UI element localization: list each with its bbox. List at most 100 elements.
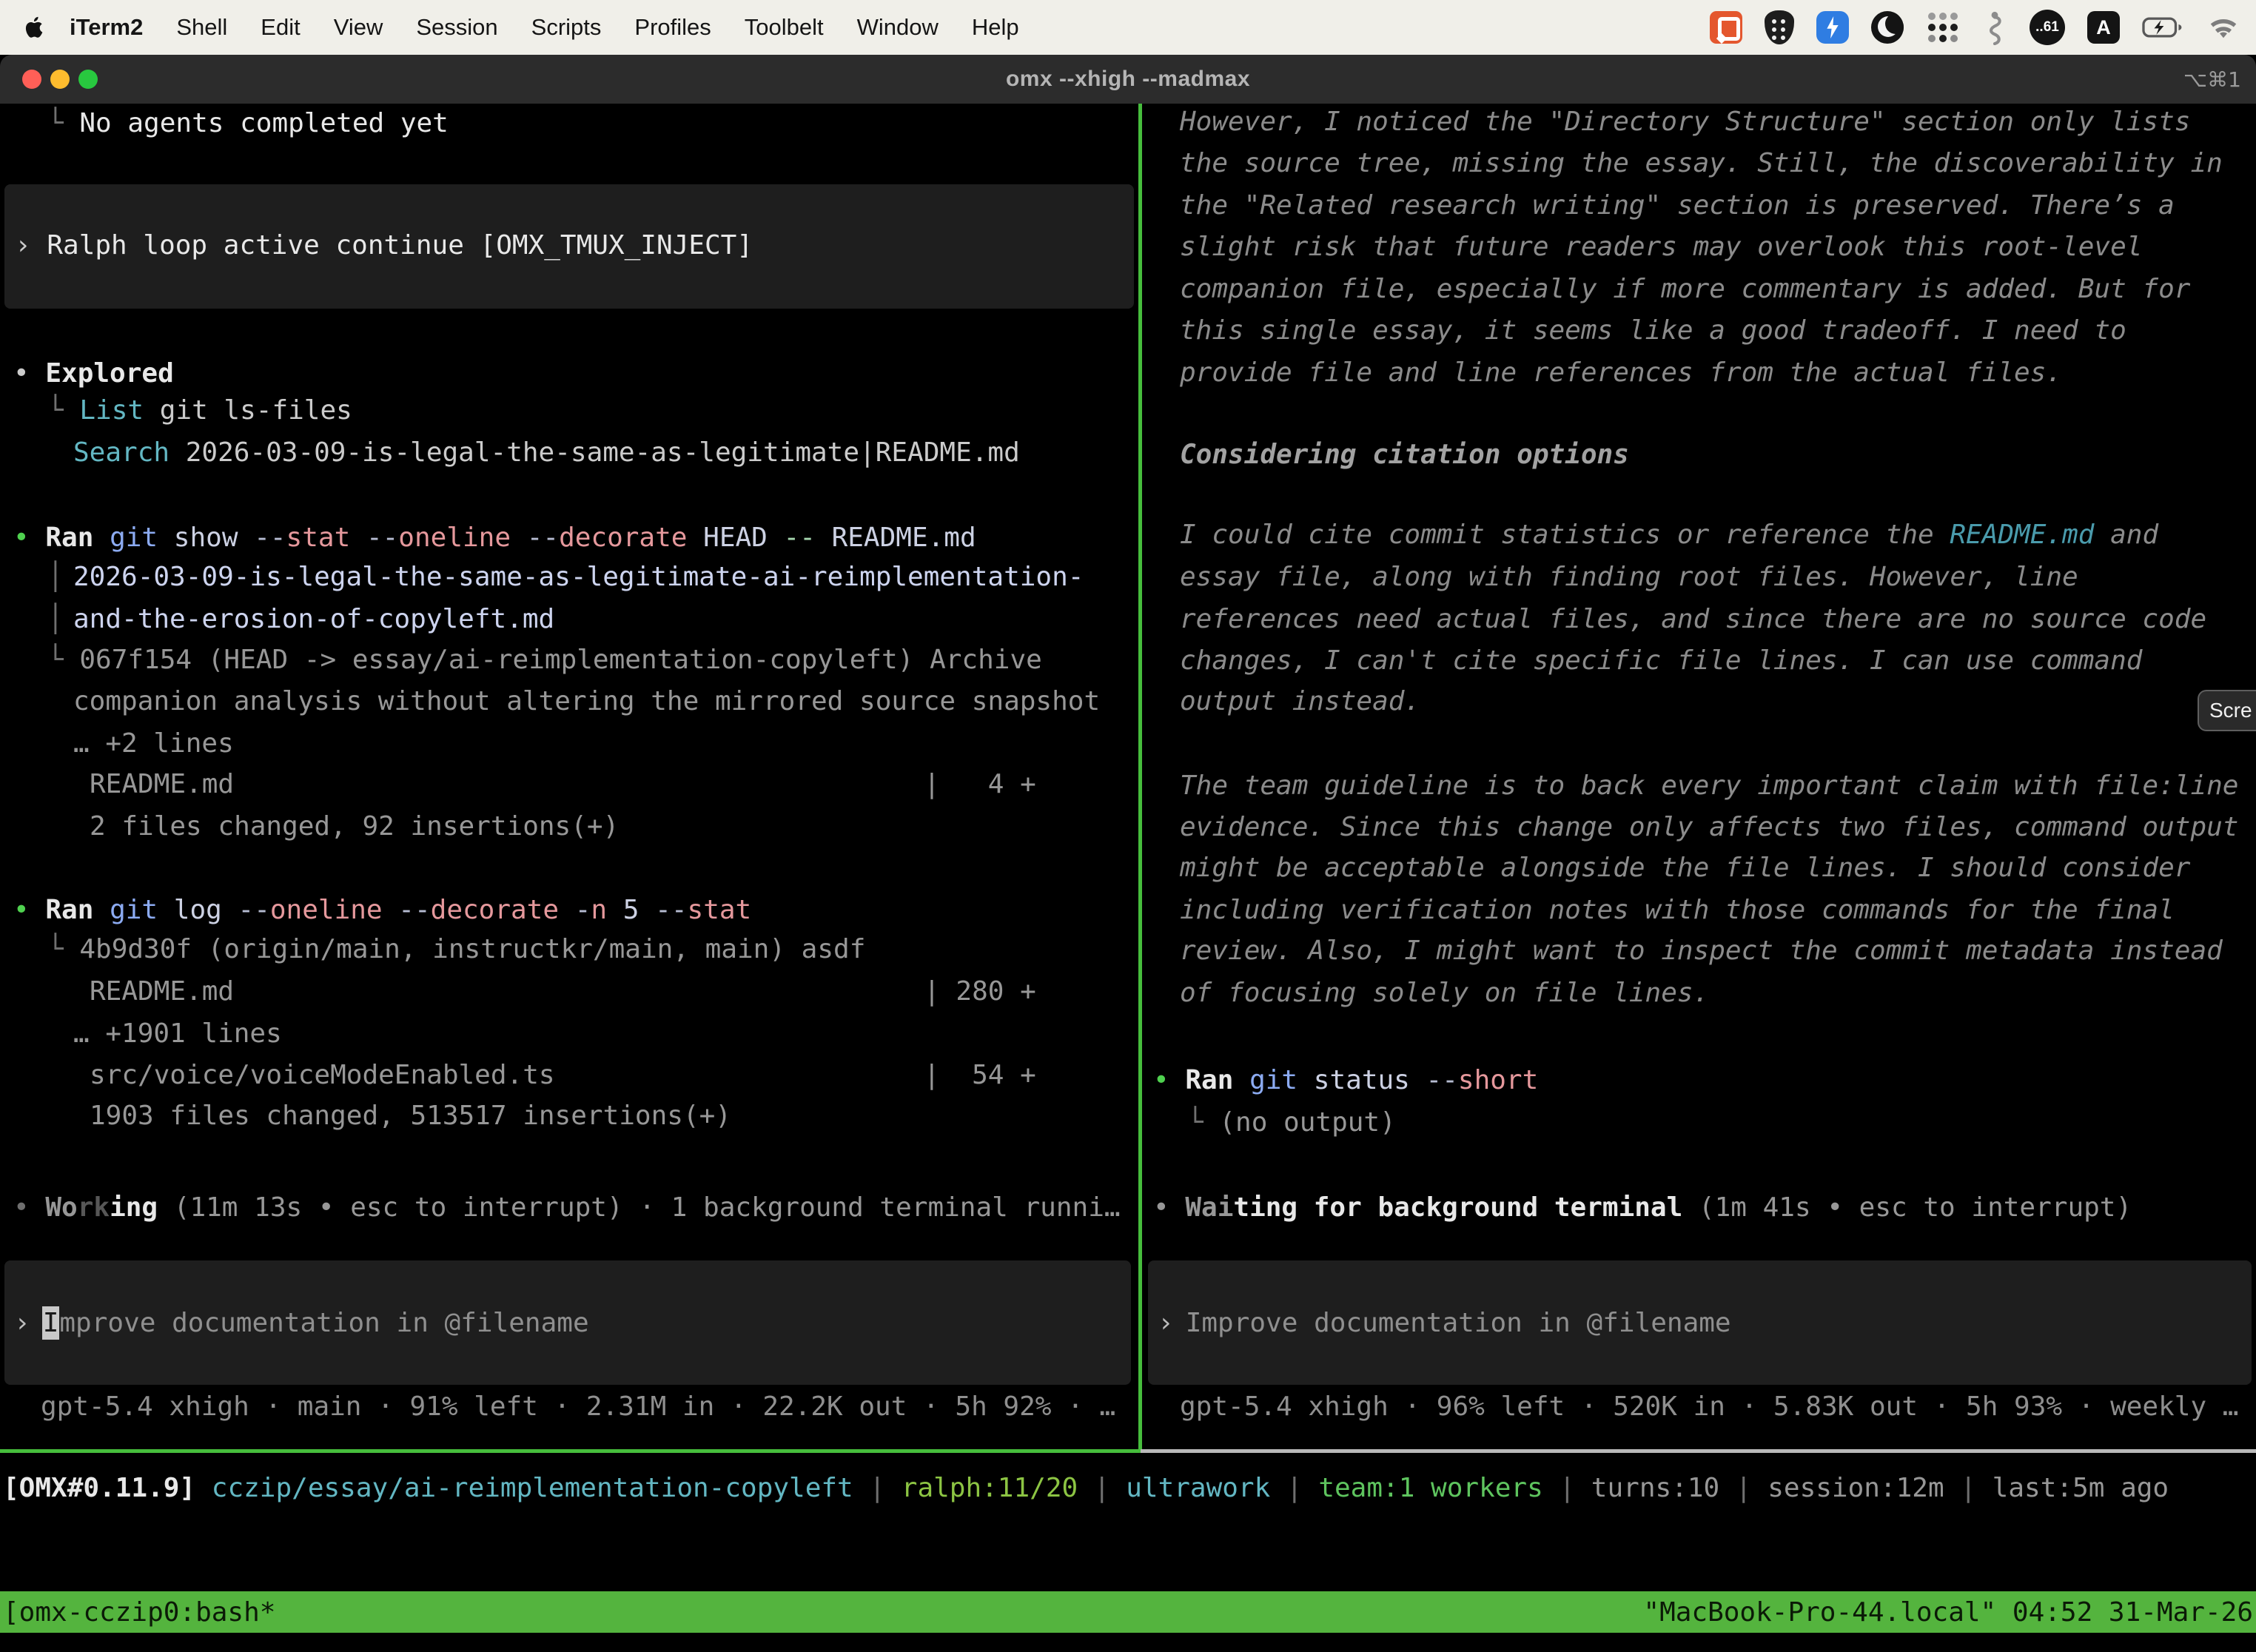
thinking-paragraph: including verification notes with those … [1180,894,2175,927]
text-segment: Explored [45,358,173,389]
omx-segment: | [1270,1473,1318,1503]
text-segment [1410,1065,1426,1095]
tree-pipe: │ [47,561,64,594]
working-status-line: • Working (11m 13s • esc to interrupt) ·… [13,1192,1121,1224]
tmux-border-left-active [0,1449,1141,1453]
text-segment: ting for background terminal [1233,1192,1682,1223]
menu-item-profiles[interactable]: Profiles [634,14,711,41]
omx-segment: turns:10 [1591,1473,1719,1503]
thinking-paragraph: of focusing solely on file lines. [1180,977,1709,1010]
truncation-line: … +2 lines [73,728,234,760]
tree-pipe: │ [47,603,64,636]
omx-segment: | [1719,1473,1767,1503]
menu-item-session[interactable]: Session [416,14,497,41]
text-segment: … +1901 lines [73,1018,282,1049]
omx-segment: ultrawork [1126,1473,1270,1503]
screen-overlay-tooltip[interactable]: Scre [2198,690,2256,731]
prompt-input-right[interactable]: ›Improve documentation in @filename [1148,1260,2252,1385]
text-segment [1233,1065,1249,1095]
text-segment: -- [527,523,559,553]
dots-grid-icon[interactable] [1926,10,1960,44]
text-segment: … +2 lines [73,728,234,759]
thinking-paragraph: essay file, along with finding root file… [1180,561,2078,594]
text-segment: The team guideline is to back every impo… [1180,770,2238,801]
text-segment: - [575,895,591,925]
apple-menu[interactable] [24,15,46,40]
menu-item-view[interactable]: View [334,14,383,41]
explored-header-line: • Explored [13,357,174,390]
text-segment: • [13,1192,45,1223]
text-segment: status [1314,1065,1410,1095]
menu-item-toolbelt[interactable]: Toolbelt [745,14,824,41]
text-segment: 2 files changed, 92 insertions(+) [90,811,619,842]
tmux-vertical-divider[interactable] [1138,104,1142,1449]
text-segment: stat [286,523,351,553]
text-segment: › [15,230,47,261]
text-segment: I could cite commit statistics or refere… [1180,520,1950,550]
squiggle-icon[interactable] [1982,10,2007,45]
model-status-left: gpt-5.4 xhigh · main · 91% left · 2.31M … [41,1391,1115,1422]
shield-grid-icon[interactable] [1765,10,1794,44]
ran-git-status-line: • Ran git status --short [1153,1064,1538,1097]
text-segment: the source tree, missing the essay. Stil… [1180,148,2223,178]
menu-item-scripts[interactable]: Scripts [531,14,602,41]
changed-file-line: and-the-erosion-of-copyleft.md [73,603,554,636]
moon-icon[interactable] [1871,11,1904,44]
text-segment: companion file, especially if more comme… [1180,274,2190,304]
menu-item-window[interactable]: Window [857,14,939,41]
text-segment: 2026-03-09-is-legal-the-same-as-legitima… [73,562,1084,592]
text-segment: | 54 + [924,1060,1036,1090]
prompt-input-left[interactable]: ›Improve documentation in @filename [4,1260,1131,1385]
text-segment: • [13,895,45,925]
bolt-icon[interactable] [1816,11,1849,44]
ralph-loop-line: › Ralph loop active continue [OMX_TMUX_I… [15,229,753,262]
text-segment: slight risk that future readers may over… [1180,232,2142,262]
text-segment: might be acceptable alongside the file l… [1180,853,2190,883]
menu-item-shell[interactable]: Shell [176,14,227,41]
text-segment [555,1060,924,1090]
text-segment: | 280 + [924,976,1036,1007]
text-segment: Ralph loop active continue [OMX_TMUX_INJ… [47,230,753,261]
chat-app-icon[interactable] [1710,11,1742,44]
text-segment: -- [366,523,398,553]
truncation-line: … +1901 lines [73,1018,282,1050]
stat-line: README.md | 4 + [90,768,1036,801]
text-segment: git ls-files [144,395,352,426]
text-segment: Search [73,437,169,468]
keyboard-layout-badge[interactable]: A [2087,11,2120,44]
menu-item-iterm2[interactable]: iTerm2 [70,14,143,41]
menu-item-edit[interactable]: Edit [261,14,300,41]
text-segment [93,895,110,925]
tmux-host-clock: "MacBook-Pro-44.local" 04:52 31-Mar-26 [1643,1597,2253,1628]
thinking-paragraph: output instead. [1180,685,1420,718]
text-segment: README.md [1950,520,2094,550]
changed-file-line: 2026-03-09-is-legal-the-same-as-legitima… [73,561,1084,594]
text-segment: references need actual files, and since … [1180,604,2206,634]
battery-icon[interactable] [2142,16,2185,38]
text-segment: output instead. [1180,686,1420,716]
omx-segment: session:12m [1767,1473,1944,1503]
text-segment: Ran [45,523,93,553]
battery-percent-badge[interactable]: ..61 [2030,10,2065,45]
text-segment: • [1153,1192,1185,1223]
text-segment: README.md [832,523,976,553]
text-segment: Wai [1185,1192,1233,1223]
omx-segment: cczip/essay/ai-reimplementation-copyleft [212,1473,853,1503]
text-segment: show [174,523,238,553]
omx-segment [195,1473,212,1503]
tmux-session-name[interactable]: [omx-cczip0:bash* [3,1597,275,1628]
text-segment: Ran [1185,1065,1233,1095]
text-segment: oneline [270,895,383,925]
commit-line: └ 067f154 (HEAD -> essay/ai-reimplementa… [47,644,1042,676]
text-segment: └ [1187,1107,1219,1138]
thinking-paragraph: provide file and line references from th… [1180,357,2062,389]
stat-line: README.md | 280 + [90,976,1036,1008]
text-segment: (1m 41s • esc to interrupt) [1682,1192,2132,1223]
text-segment: n [591,895,607,925]
explored-list-line: └ List git ls-files [47,394,352,427]
text-segment: evidence. Since this change only affects… [1180,812,2238,842]
text-segment: └ [47,934,79,964]
menu-item-help[interactable]: Help [972,14,1019,41]
text-segment: (no output) [1219,1107,1395,1138]
wifi-icon[interactable] [2207,15,2240,40]
